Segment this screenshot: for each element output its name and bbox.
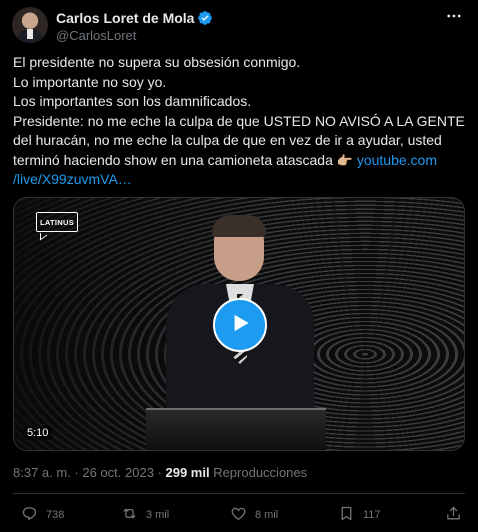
like-count: 8 mil [255, 509, 279, 521]
news-desk [146, 408, 326, 450]
heart-icon [230, 505, 247, 525]
bookmark-icon [338, 505, 355, 525]
views-label: Reproducciones [209, 465, 308, 480]
tweet-text-line-3: Los importantes son los damnificados. [13, 93, 252, 109]
repost-count: 3 mil [146, 509, 170, 521]
pointing-hand-emoji: 👉🏼 [336, 152, 353, 168]
bookmark-button[interactable]: 117 [338, 502, 381, 528]
latinus-logo: LATINUS [36, 212, 78, 232]
bookmark-count: 117 [363, 509, 381, 521]
reply-button[interactable]: 738 [21, 502, 64, 528]
avatar-shirt [27, 29, 33, 39]
divider [13, 493, 465, 494]
tweet-text-line-4: Presidente: no me eche la culpa de que U… [13, 112, 465, 129]
play-button[interactable] [213, 298, 267, 352]
more-horizontal-icon [445, 7, 463, 30]
author-name-row[interactable]: Carlos Loret de Mola [56, 9, 213, 27]
video-duration: 5:10 [23, 426, 53, 440]
share-button[interactable] [445, 502, 462, 528]
video-player[interactable]: LATINUS 5:10 [13, 197, 465, 451]
share-icon [445, 505, 462, 525]
repost-icon [121, 505, 138, 525]
reply-icon [21, 505, 38, 525]
tweet-card[interactable]: Carlos Loret de Mola @CarlosLoret El pre… [0, 0, 478, 532]
tweet-text-line-2: Lo importante no soy yo. [13, 73, 167, 90]
avatar[interactable] [12, 7, 48, 43]
tweet-text-line-6: terminó haciendo show en una camioneta a… [13, 151, 468, 171]
more-options-button[interactable] [441, 8, 467, 28]
play-icon [227, 310, 253, 341]
author-handle[interactable]: @CarlosLoret [56, 28, 136, 43]
like-button[interactable]: 8 mil [230, 502, 278, 528]
views-count: 299 mil [165, 465, 210, 480]
repost-button[interactable]: 3 mil [121, 502, 169, 528]
action-bar: 738 3 mil 8 mil 117 [0, 502, 478, 528]
tweet-timestamp[interactable]: 8:37 a. m. · 26 oct. 2023 · [13, 465, 165, 480]
tweet-text-line-5: del huracán, no me eche la culpa de que … [13, 132, 442, 148]
youtube-link-continuation[interactable]: /live/X99zuvmVA… [13, 170, 468, 190]
author-display-name[interactable]: Carlos Loret de Mola [56, 10, 194, 26]
tweet-text-line-6-text: terminó haciendo show en una camioneta a… [13, 151, 333, 168]
tweet-text: El presidente no supera su obsesión conm… [13, 53, 468, 190]
youtube-link[interactable]: youtube.com [357, 152, 437, 168]
tweet-meta: 8:37 a. m. · 26 oct. 2023 · 299 mil Repr… [13, 465, 307, 480]
verified-badge-icon [197, 10, 213, 26]
anchor-hair [212, 215, 266, 237]
tweet-text-line-1: El presidente no supera su obsesión conm… [13, 54, 301, 70]
reply-count: 738 [46, 509, 65, 521]
